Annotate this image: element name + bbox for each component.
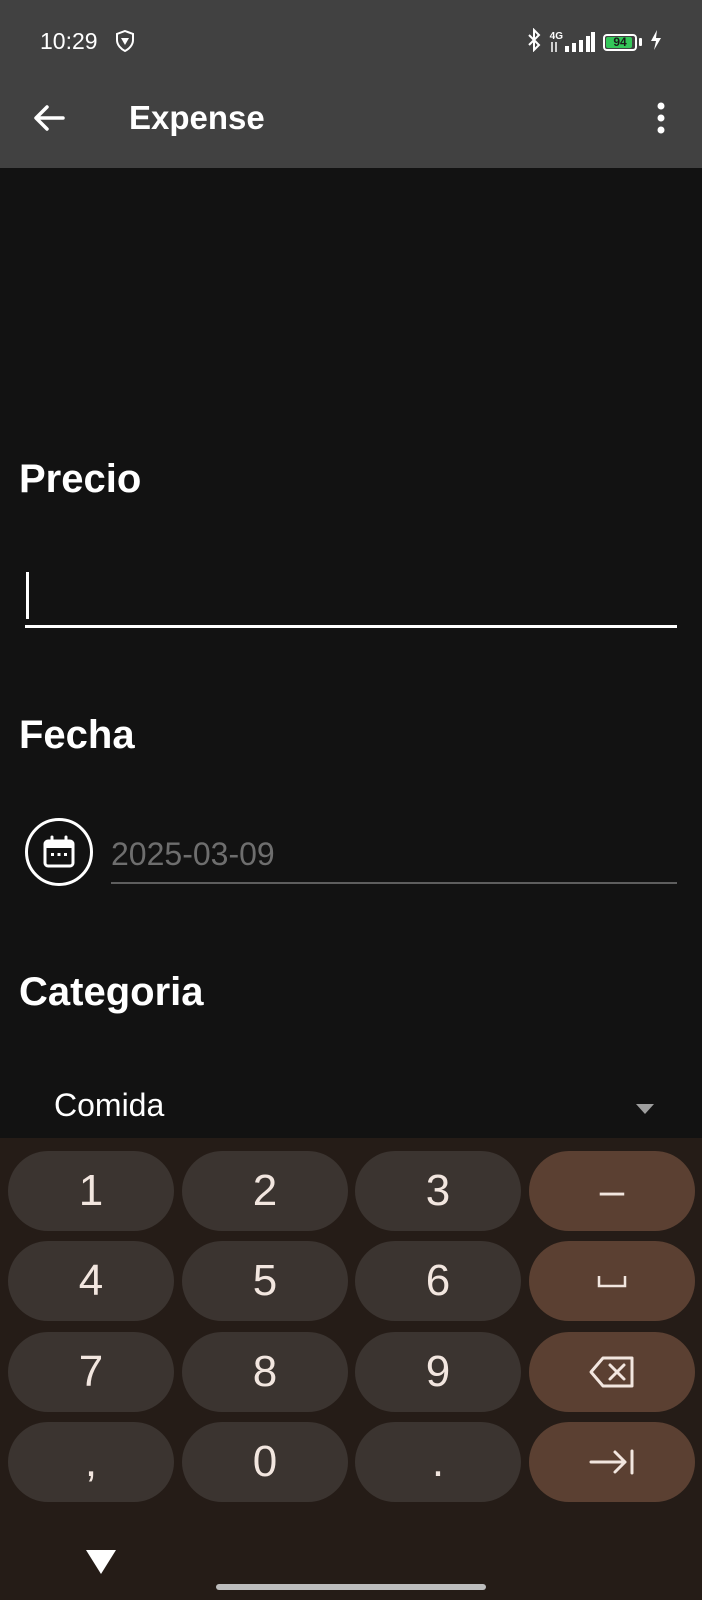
page-title: Expense (129, 99, 265, 136)
battery-cap (639, 38, 642, 46)
status-icons: 4G 94 (526, 27, 662, 57)
key-0[interactable]: 0 (182, 1422, 348, 1502)
key-5[interactable]: 5 (182, 1241, 348, 1321)
calendar-icon (43, 835, 75, 868)
key-space[interactable] (529, 1241, 695, 1321)
status-time: 10:29 (40, 28, 98, 54)
key-7[interactable]: 7 (8, 1332, 174, 1412)
price-input[interactable] (25, 565, 677, 628)
key-backspace[interactable] (529, 1332, 695, 1412)
key-6[interactable]: 6 (355, 1241, 521, 1321)
key-3[interactable]: 3 (355, 1151, 521, 1231)
key-comma[interactable]: , (8, 1422, 174, 1502)
arrow-left-icon (34, 105, 65, 131)
key-tab[interactable] (529, 1422, 695, 1502)
date-label: Fecha (19, 713, 135, 757)
screen: 10:29 4G 94 Expense Precio Fecha 2025-03… (0, 0, 702, 1600)
category-label: Categoria (19, 970, 204, 1014)
tab-next-icon (589, 1449, 634, 1475)
charging-bolt-icon (650, 29, 662, 55)
key-period[interactable]: . (355, 1422, 521, 1502)
bluetooth-icon (526, 27, 542, 57)
key-2[interactable]: 2 (182, 1151, 348, 1231)
chevron-down-icon (86, 1550, 116, 1574)
hide-keyboard-button[interactable] (83, 1547, 119, 1577)
battery-icon: 94 (603, 33, 637, 51)
backspace-icon (589, 1356, 634, 1388)
text-cursor (26, 572, 29, 619)
key-4[interactable]: 4 (8, 1241, 174, 1321)
date-field[interactable]: 2025-03-09 (111, 832, 677, 884)
date-value: 2025-03-09 (111, 836, 275, 872)
key-9[interactable]: 9 (355, 1332, 521, 1412)
space-bar-icon (597, 1276, 627, 1288)
app-header: 10:29 4G 94 Expense (0, 0, 702, 168)
key-8[interactable]: 8 (182, 1332, 348, 1412)
key-minus[interactable]: – (529, 1151, 695, 1231)
battery-level: 94 (613, 34, 627, 49)
category-value: Comida (54, 1087, 165, 1123)
dropdown-arrow-icon (636, 1101, 654, 1119)
category-dropdown[interactable]: Comida (54, 1083, 654, 1139)
more-vert-icon (657, 102, 665, 134)
overflow-menu-button[interactable] (646, 95, 676, 141)
vpn-shield-icon (115, 29, 135, 57)
signal-icon: 4G (550, 32, 595, 52)
calendar-button[interactable] (25, 818, 93, 886)
back-button[interactable] (26, 95, 72, 141)
key-1[interactable]: 1 (8, 1151, 174, 1231)
home-indicator[interactable] (216, 1584, 486, 1590)
price-label: Precio (19, 457, 142, 501)
network-type: 4G (549, 31, 563, 42)
